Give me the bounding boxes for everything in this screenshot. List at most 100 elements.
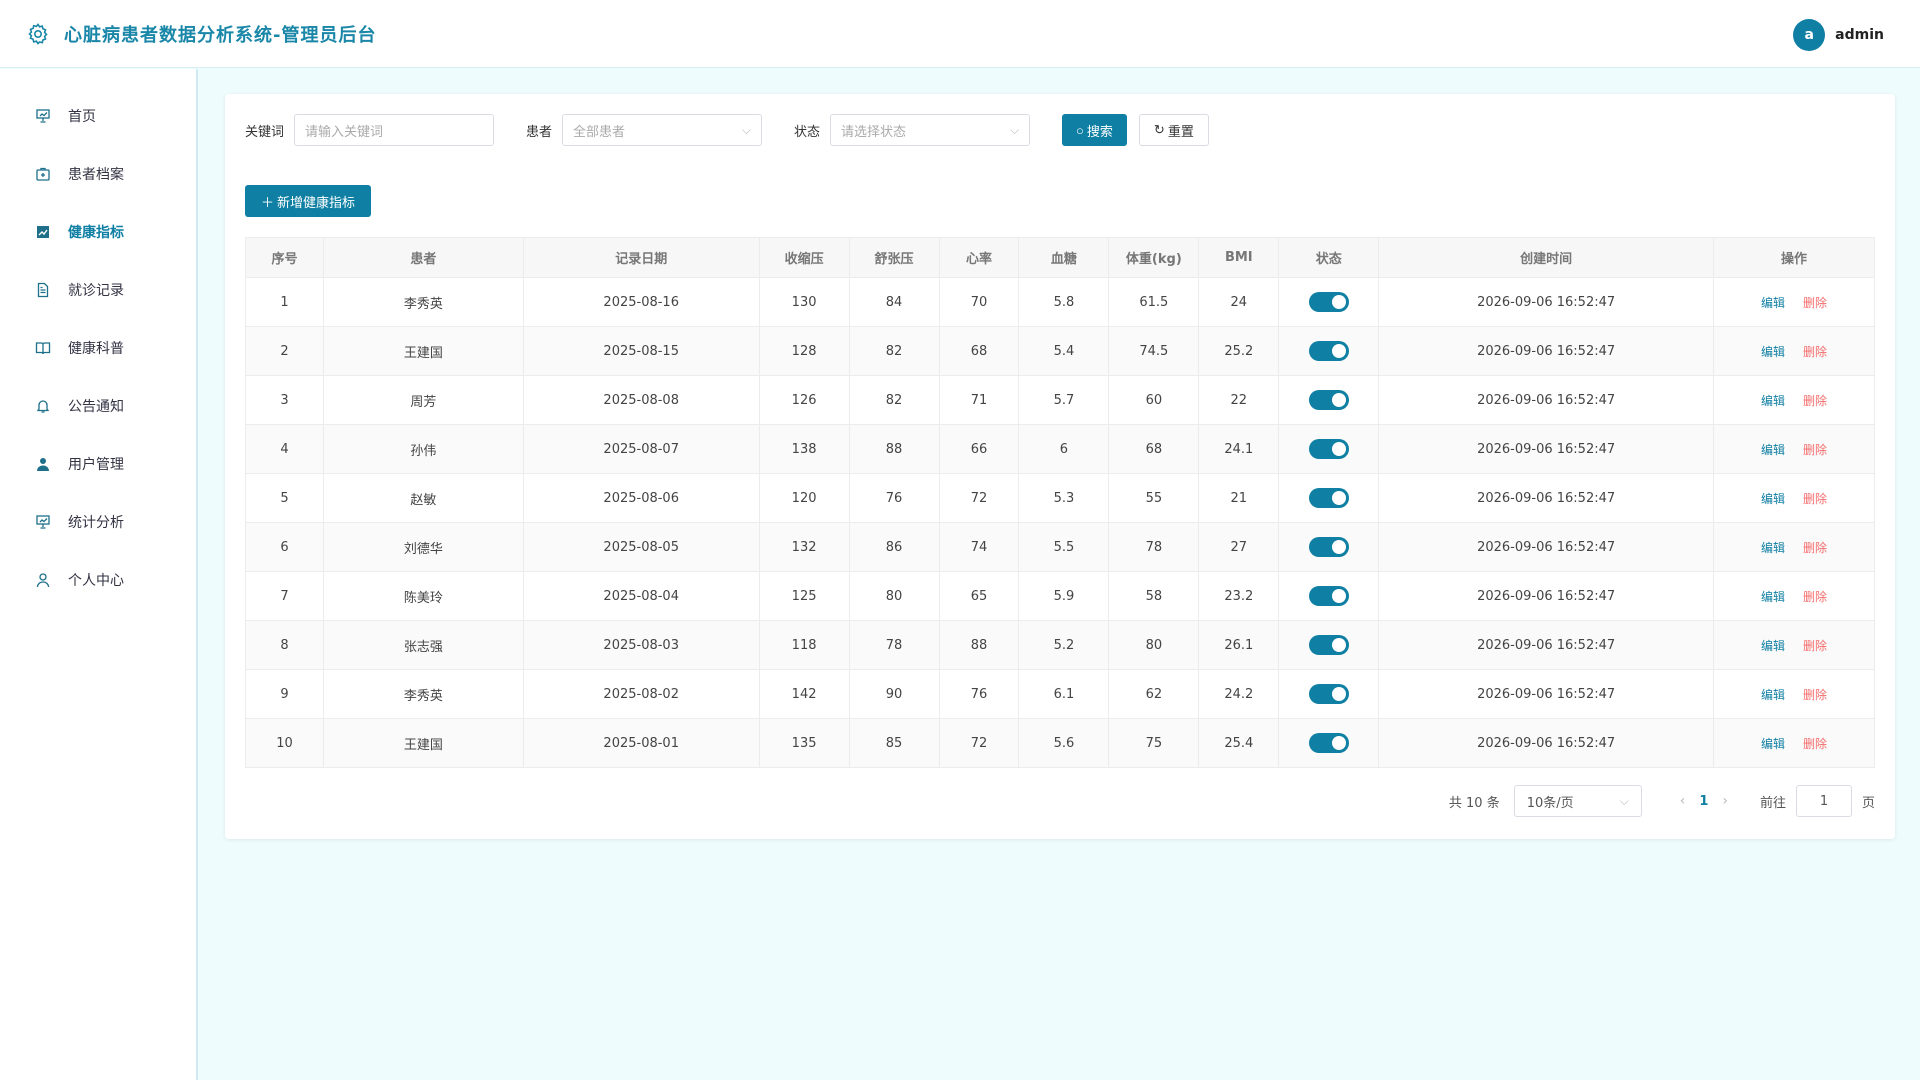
edit-link[interactable]: 编辑 xyxy=(1761,296,1785,310)
sidebar-item[interactable]: 公告通知 xyxy=(0,377,196,435)
status-toggle[interactable] xyxy=(1308,586,1349,606)
page-size-select[interactable]: 10条/页 ⌵ xyxy=(1513,785,1642,817)
cell-glucose: 5.6 xyxy=(1018,718,1110,768)
delete-link[interactable]: 删除 xyxy=(1803,590,1827,604)
cell-dbp: 82 xyxy=(848,375,940,425)
delete-link[interactable]: 删除 xyxy=(1803,443,1827,457)
keyword-input[interactable]: 请输入关键词 xyxy=(294,114,495,146)
next-page-icon[interactable]: › xyxy=(1722,793,1728,809)
presentation-icon xyxy=(34,513,52,531)
status-toggle[interactable] xyxy=(1308,292,1349,312)
cell-created: 2026-09-06 16:52:47 xyxy=(1378,326,1715,376)
cell-date: 2025-08-04 xyxy=(522,571,760,621)
cell-weight: 58 xyxy=(1108,571,1200,621)
sidebar-item-label: 健康指标 xyxy=(68,225,124,241)
search-button[interactable]: ○ 搜索 xyxy=(1062,114,1127,146)
user-menu[interactable]: a admin xyxy=(1793,19,1884,51)
edit-link[interactable]: 编辑 xyxy=(1761,492,1785,506)
cell-dbp: 78 xyxy=(848,620,940,670)
status-toggle[interactable] xyxy=(1308,341,1349,361)
goto-label: 前往 xyxy=(1759,795,1786,811)
cell-patient: 赵敏 xyxy=(322,473,524,523)
sidebar: 首页患者档案健康指标就诊记录 健康科普 公告通知 用户管理 统计分析 个人中心 xyxy=(0,69,198,1080)
status-toggle[interactable] xyxy=(1308,635,1349,655)
sidebar-item-label: 患者档案 xyxy=(68,167,124,183)
avatar[interactable]: a xyxy=(1793,19,1826,51)
prev-page-icon[interactable]: ‹ xyxy=(1680,793,1686,809)
page-number-current[interactable]: 1 xyxy=(1699,794,1708,809)
total-count: 共 10 条 xyxy=(1448,795,1500,811)
delete-link[interactable]: 删除 xyxy=(1803,492,1827,506)
table-row: 10 王建国 2025-08-01 135 85 72 5.6 75 25.4 2026-09-0… xyxy=(245,718,1875,768)
sidebar-item[interactable]: 个人中心 xyxy=(0,551,196,609)
edit-link[interactable]: 编辑 xyxy=(1761,394,1785,408)
username[interactable]: admin xyxy=(1835,27,1884,43)
cell-created: 2026-09-06 16:52:47 xyxy=(1378,718,1715,768)
goto-page-input[interactable]: 1 xyxy=(1795,785,1852,817)
edit-link[interactable]: 编辑 xyxy=(1761,541,1785,555)
status-toggle[interactable] xyxy=(1308,439,1349,459)
table-header-row: 序号 患者 记录日期 收缩压 舒张压 心率 血糖 体重(kg) BMI 状态 创建时间 操作 xyxy=(245,237,1875,278)
cell-bmi: 23.2 xyxy=(1198,571,1280,621)
status-select[interactable]: 请选择状态 ⌵ xyxy=(830,114,1031,146)
table-row: 3 周芳 2025-08-08 126 82 71 5.7 60 22 2026-09-06 16… xyxy=(245,375,1875,425)
book-icon xyxy=(34,339,52,357)
patient-select[interactable]: 全部患者 ⌵ xyxy=(562,114,763,146)
delete-link[interactable]: 删除 xyxy=(1803,394,1827,408)
cell-glucose: 5.5 xyxy=(1018,522,1110,572)
cell-patient: 李秀英 xyxy=(322,669,524,719)
sidebar-item[interactable]: 健康科普 xyxy=(0,319,196,377)
sidebar-item[interactable]: 健康指标 xyxy=(0,203,196,261)
status-toggle[interactable] xyxy=(1308,733,1349,753)
delete-link[interactable]: 删除 xyxy=(1803,639,1827,653)
edit-link[interactable]: 编辑 xyxy=(1761,639,1785,653)
edit-link[interactable]: 编辑 xyxy=(1761,737,1785,751)
edit-link[interactable]: 编辑 xyxy=(1761,590,1785,604)
cell-patient: 陈美玲 xyxy=(322,571,524,621)
cell-actions: 编辑 删除 xyxy=(1713,375,1875,425)
cell-dbp: 76 xyxy=(848,473,940,523)
status-toggle[interactable] xyxy=(1308,390,1349,410)
delete-link[interactable]: 删除 xyxy=(1803,296,1827,310)
patient-label: 患者 xyxy=(526,124,553,140)
delete-link[interactable]: 删除 xyxy=(1803,688,1827,702)
delete-link[interactable]: 删除 xyxy=(1803,737,1827,751)
add-health-indicator-button[interactable]: ＋新增健康指标 xyxy=(245,185,372,217)
cell-dbp: 84 xyxy=(848,277,940,327)
edit-link[interactable]: 编辑 xyxy=(1761,345,1785,359)
presentation-icon xyxy=(34,107,52,125)
cell-date: 2025-08-05 xyxy=(522,522,760,572)
cell-patient: 刘德华 xyxy=(322,522,524,572)
cell-glucose: 6.1 xyxy=(1018,669,1110,719)
cell-patient: 李秀英 xyxy=(322,277,524,327)
table-row: 1 李秀英 2025-08-16 130 84 70 5.8 61.5 24 2026-09-06… xyxy=(245,277,1875,327)
keyword-placeholder: 请输入关键词 xyxy=(305,124,384,140)
sidebar-item[interactable]: 用户管理 xyxy=(0,435,196,493)
delete-link[interactable]: 删除 xyxy=(1803,541,1827,555)
sidebar-item[interactable]: 统计分析 xyxy=(0,493,196,551)
column-header: 心率 xyxy=(938,237,1020,278)
edit-link[interactable]: 编辑 xyxy=(1761,443,1785,457)
cell-sbp: 120 xyxy=(758,473,850,523)
table-row: 8 张志强 2025-08-03 118 78 88 5.2 80 26.1 2026-09-06… xyxy=(245,620,1875,670)
delete-link[interactable]: 删除 xyxy=(1803,345,1827,359)
top-bar: 心脏病患者数据分析系统-管理员后台 a admin xyxy=(0,0,1920,68)
cell-status xyxy=(1278,473,1380,523)
cell-created: 2026-09-06 16:52:47 xyxy=(1378,620,1715,670)
sidebar-item[interactable]: 患者档案 xyxy=(0,145,196,203)
document-icon xyxy=(34,281,52,299)
status-toggle[interactable] xyxy=(1308,537,1349,557)
filter-bar: 关键词 请输入关键词 患者 全部患者 ⌵ 状态 请选择状态 ⌵ ○ 搜索 ↻ 重置 xyxy=(245,114,1209,146)
cell-dbp: 88 xyxy=(848,424,940,474)
reset-button-label: 重置 xyxy=(1167,123,1194,139)
sidebar-item[interactable]: 就诊记录 xyxy=(0,261,196,319)
table-body: 1 李秀英 2025-08-16 130 84 70 5.8 61.5 24 2026-09-06… xyxy=(245,277,1875,768)
reset-button[interactable]: ↻ 重置 xyxy=(1138,114,1209,146)
cell-glucose: 5.9 xyxy=(1018,571,1110,621)
cell-actions: 编辑 删除 xyxy=(1713,620,1875,670)
edit-link[interactable]: 编辑 xyxy=(1761,688,1785,702)
sidebar-item[interactable]: 首页 xyxy=(0,87,196,145)
status-toggle[interactable] xyxy=(1308,684,1349,704)
cell-idx: 3 xyxy=(245,375,324,425)
status-toggle[interactable] xyxy=(1308,488,1349,508)
